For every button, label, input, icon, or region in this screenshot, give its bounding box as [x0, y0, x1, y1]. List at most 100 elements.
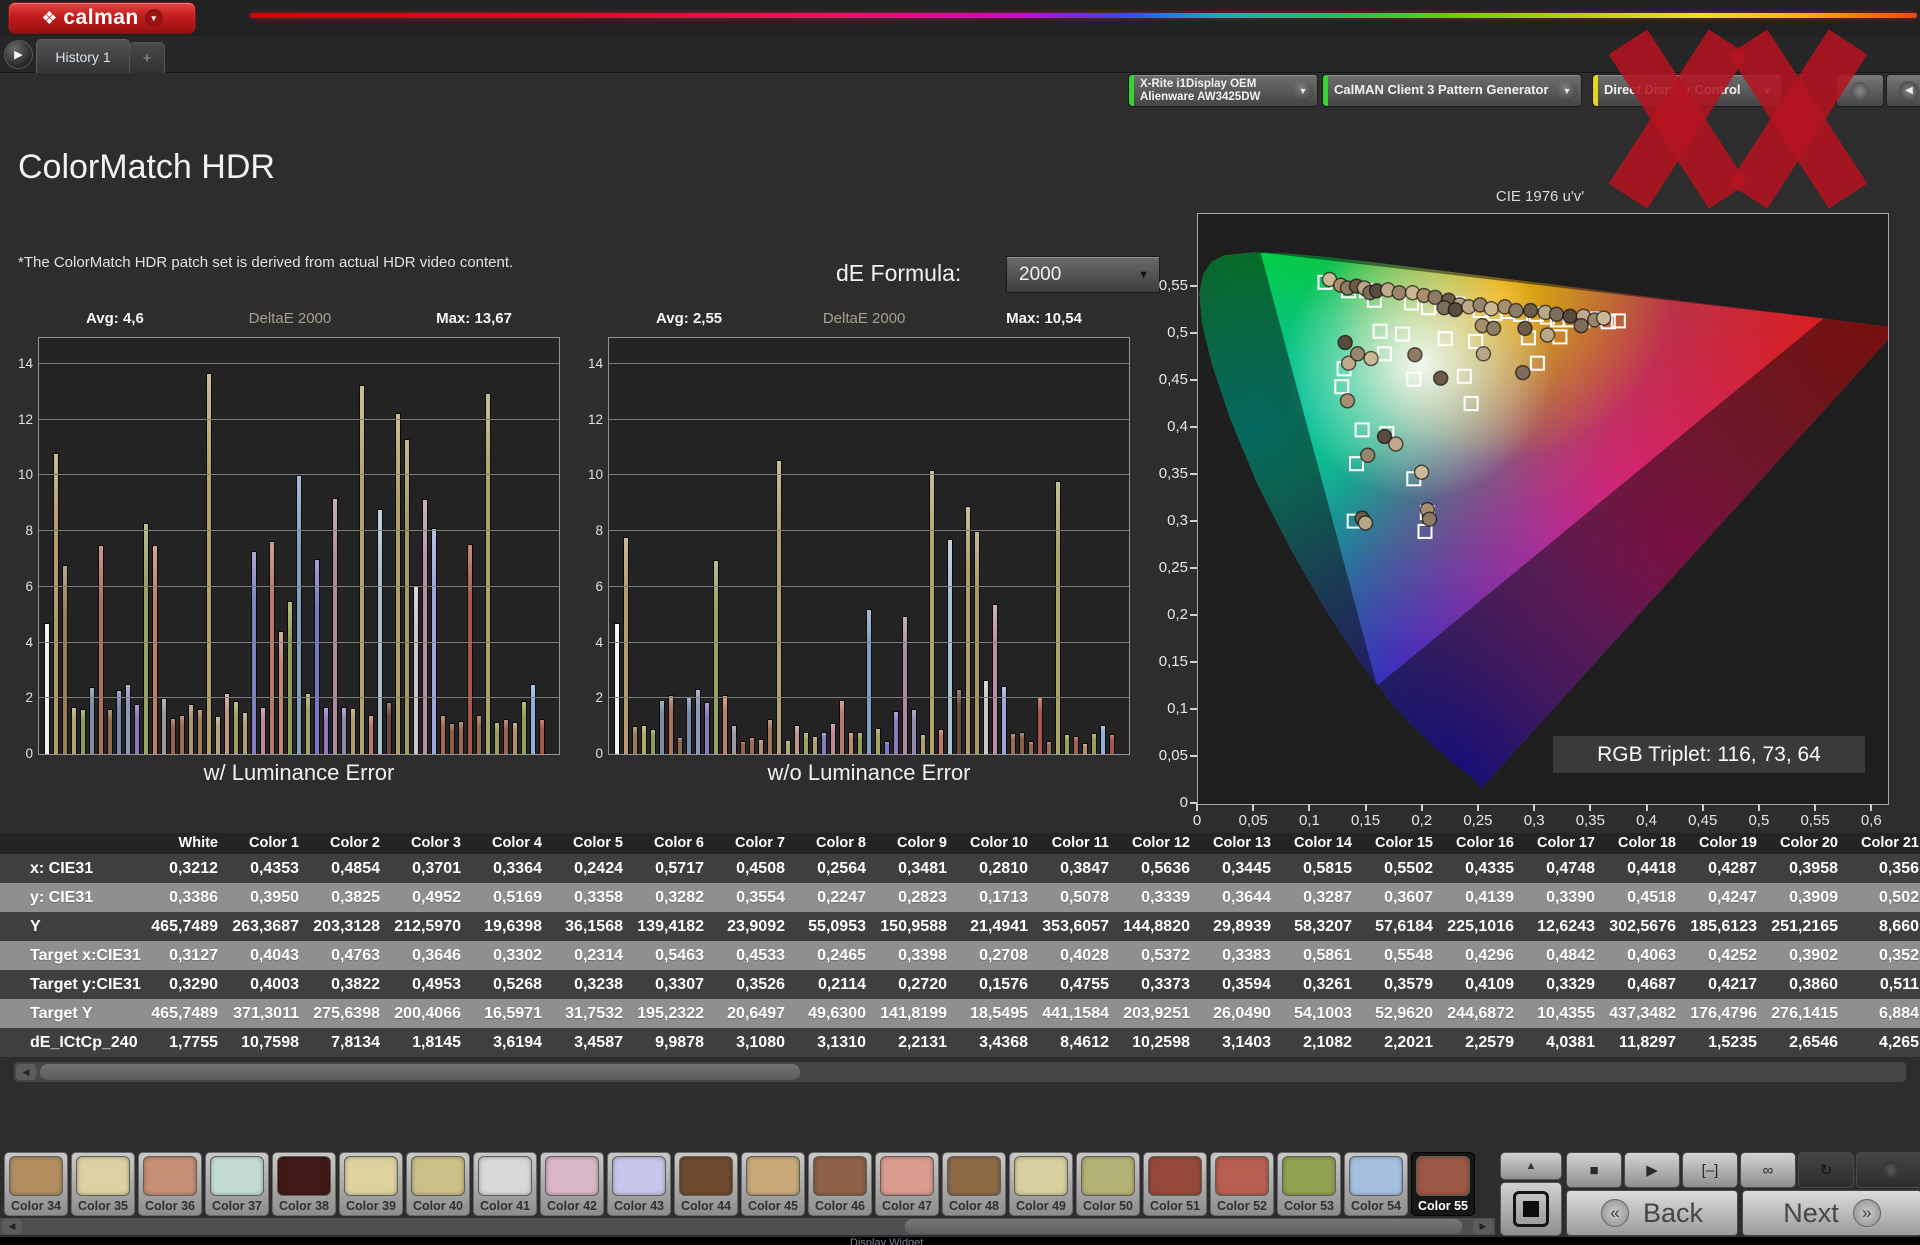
pattern-generator-dropdown[interactable]: CalMAN Client 3 Pattern Generator ▼: [1322, 74, 1582, 107]
swatch-color-42[interactable]: Color 42: [540, 1152, 604, 1216]
swatch-color-40[interactable]: Color 40: [406, 1152, 470, 1216]
table-cell: 16,5971: [484, 1005, 542, 1022]
next-button[interactable]: Next »: [1742, 1190, 1920, 1236]
swatch-color-35[interactable]: Color 35: [71, 1152, 135, 1216]
swatch-color-34[interactable]: Color 34: [4, 1152, 68, 1216]
patch-window-button[interactable]: [1500, 1182, 1562, 1236]
swatch-label: Color 43: [613, 1199, 664, 1213]
swatch-color-46[interactable]: Color 46: [808, 1152, 872, 1216]
table-cell: 8,660: [1878, 918, 1919, 935]
cie-y-tick: [1190, 332, 1197, 334]
swatch-color-44[interactable]: Color 44: [674, 1152, 738, 1216]
y-axis-tick-label: 0: [595, 746, 603, 761]
swatch-color-53[interactable]: Color 53: [1277, 1152, 1341, 1216]
back-button[interactable]: « Back: [1566, 1190, 1738, 1236]
bar: [938, 729, 944, 754]
meter-dropdown[interactable]: X-Rite i1Display OEM Alienware AW3425DW …: [1128, 74, 1318, 107]
bar: [287, 601, 293, 754]
swatch-label: Color 37: [211, 1199, 262, 1213]
table-cell: 3,1310: [817, 1034, 866, 1051]
table-cell: 0,3825: [331, 889, 380, 906]
scroll-left-icon[interactable]: ◀: [16, 1064, 36, 1080]
stop-button[interactable]: ■: [1566, 1152, 1622, 1188]
right-chart-avg: Avg: 2,55: [656, 309, 723, 327]
swatch-color-45[interactable]: Color 45: [741, 1152, 805, 1216]
calman-logo-text: calman: [63, 6, 139, 29]
y-axis-tick-label: 0: [25, 746, 33, 761]
table-cell: 139,4182: [637, 918, 704, 935]
table-cell: 0,5861: [1303, 947, 1352, 964]
table-cell: 0,3526: [736, 976, 785, 993]
swatch-color-52[interactable]: Color 52: [1210, 1152, 1274, 1216]
bar: [224, 693, 230, 754]
bar: [530, 684, 536, 754]
swatch-color-50[interactable]: Color 50: [1076, 1152, 1140, 1216]
color-chip: [9, 1156, 63, 1196]
collapse-panel-button[interactable]: ◀: [1886, 74, 1920, 107]
record-button[interactable]: [1856, 1152, 1920, 1188]
y-axis-tick-label: 6: [595, 579, 603, 594]
swatch-color-41[interactable]: Color 41: [473, 1152, 537, 1216]
connection-button[interactable]: [1836, 74, 1884, 107]
scroll-left-icon[interactable]: ◀: [2, 1219, 22, 1234]
table-cell: 57,6184: [1375, 918, 1433, 935]
de-formula-value: 2000: [1019, 263, 1062, 285]
table-cell: 0,3290: [169, 976, 218, 993]
table-cell: 0,2114: [817, 976, 866, 993]
bar: [359, 385, 365, 754]
range-button[interactable]: [–]: [1682, 1152, 1738, 1188]
display-control-dropdown[interactable]: Direct Display Control ▼: [1592, 74, 1782, 107]
table-cell: 0,4063: [1627, 947, 1676, 964]
table-scrollbar[interactable]: ◀: [14, 1062, 1906, 1082]
swatch-color-38[interactable]: Color 38: [272, 1152, 336, 1216]
table-cell: 0,2424: [574, 860, 623, 877]
table-cell: 0,2465: [817, 947, 866, 964]
tab-nav-button[interactable]: ▶: [4, 40, 33, 69]
swatch-color-37[interactable]: Color 37: [205, 1152, 269, 1216]
chevron-down-icon: ▼: [1757, 80, 1777, 101]
table-cell: 0,4353: [250, 860, 299, 877]
table-cell: 0,1713: [979, 889, 1028, 906]
swatch-color-39[interactable]: Color 39: [339, 1152, 403, 1216]
color-chip: [478, 1156, 532, 1196]
table-cell: 10,4355: [1537, 1005, 1595, 1022]
swatch-color-51[interactable]: Color 51: [1143, 1152, 1207, 1216]
column-header: Color 17: [1536, 835, 1595, 851]
play-button[interactable]: ▶: [1624, 1152, 1680, 1188]
chevron-left-icon: ◀: [1899, 80, 1919, 101]
cie-x-tick-label: 0,05: [1238, 812, 1268, 829]
swatch-color-55[interactable]: Color 55: [1411, 1152, 1475, 1216]
swatch-color-43[interactable]: Color 43: [607, 1152, 671, 1216]
cie-y-tick-label: 0,1: [1167, 700, 1188, 717]
swatch-scrollbar-thumb[interactable]: [905, 1219, 1462, 1234]
swatch-color-49[interactable]: Color 49: [1009, 1152, 1073, 1216]
table-scrollbar-thumb[interactable]: [40, 1064, 800, 1080]
de-formula-dropdown[interactable]: 2000 ▼: [1006, 256, 1160, 293]
bar: [71, 707, 77, 754]
cie-y-tick: [1190, 567, 1197, 569]
swatch-scrollbar[interactable]: ◀ ▶: [0, 1218, 1495, 1235]
table-header-row: White Color 1 Color 2 Color 3 Color 4 Color 5…: [0, 833, 1920, 854]
scroll-right-icon[interactable]: ▶: [1473, 1219, 1493, 1234]
cie-y-tick-label: 0: [1179, 794, 1188, 811]
collapse-up-button[interactable]: ▲: [1500, 1152, 1562, 1180]
bar: [704, 702, 710, 754]
loop-button[interactable]: ∞: [1740, 1152, 1796, 1188]
add-tab-button[interactable]: +: [129, 42, 165, 73]
cie-x-tick-label: 0,4: [1636, 812, 1657, 829]
cie-y-tick-label: 0,2: [1167, 606, 1188, 623]
tab-history-1[interactable]: History 1: [36, 39, 130, 73]
gridline: [39, 419, 559, 420]
bar: [404, 439, 410, 754]
calman-menu-button[interactable]: ❖ calman ▼: [8, 2, 196, 34]
cie-y-tick: [1190, 661, 1197, 663]
swatch-color-48[interactable]: Color 48: [942, 1152, 1006, 1216]
swatch-color-47[interactable]: Color 47: [875, 1152, 939, 1216]
refresh-button[interactable]: ↻: [1798, 1152, 1854, 1188]
table-cell: 7,8134: [331, 1034, 380, 1051]
swatch-color-54[interactable]: Color 54: [1344, 1152, 1408, 1216]
swatch-color-36[interactable]: Color 36: [138, 1152, 202, 1216]
bar: [179, 715, 185, 754]
table-cell: 0,3902: [1789, 947, 1838, 964]
table-cell: 0,3383: [1222, 947, 1271, 964]
